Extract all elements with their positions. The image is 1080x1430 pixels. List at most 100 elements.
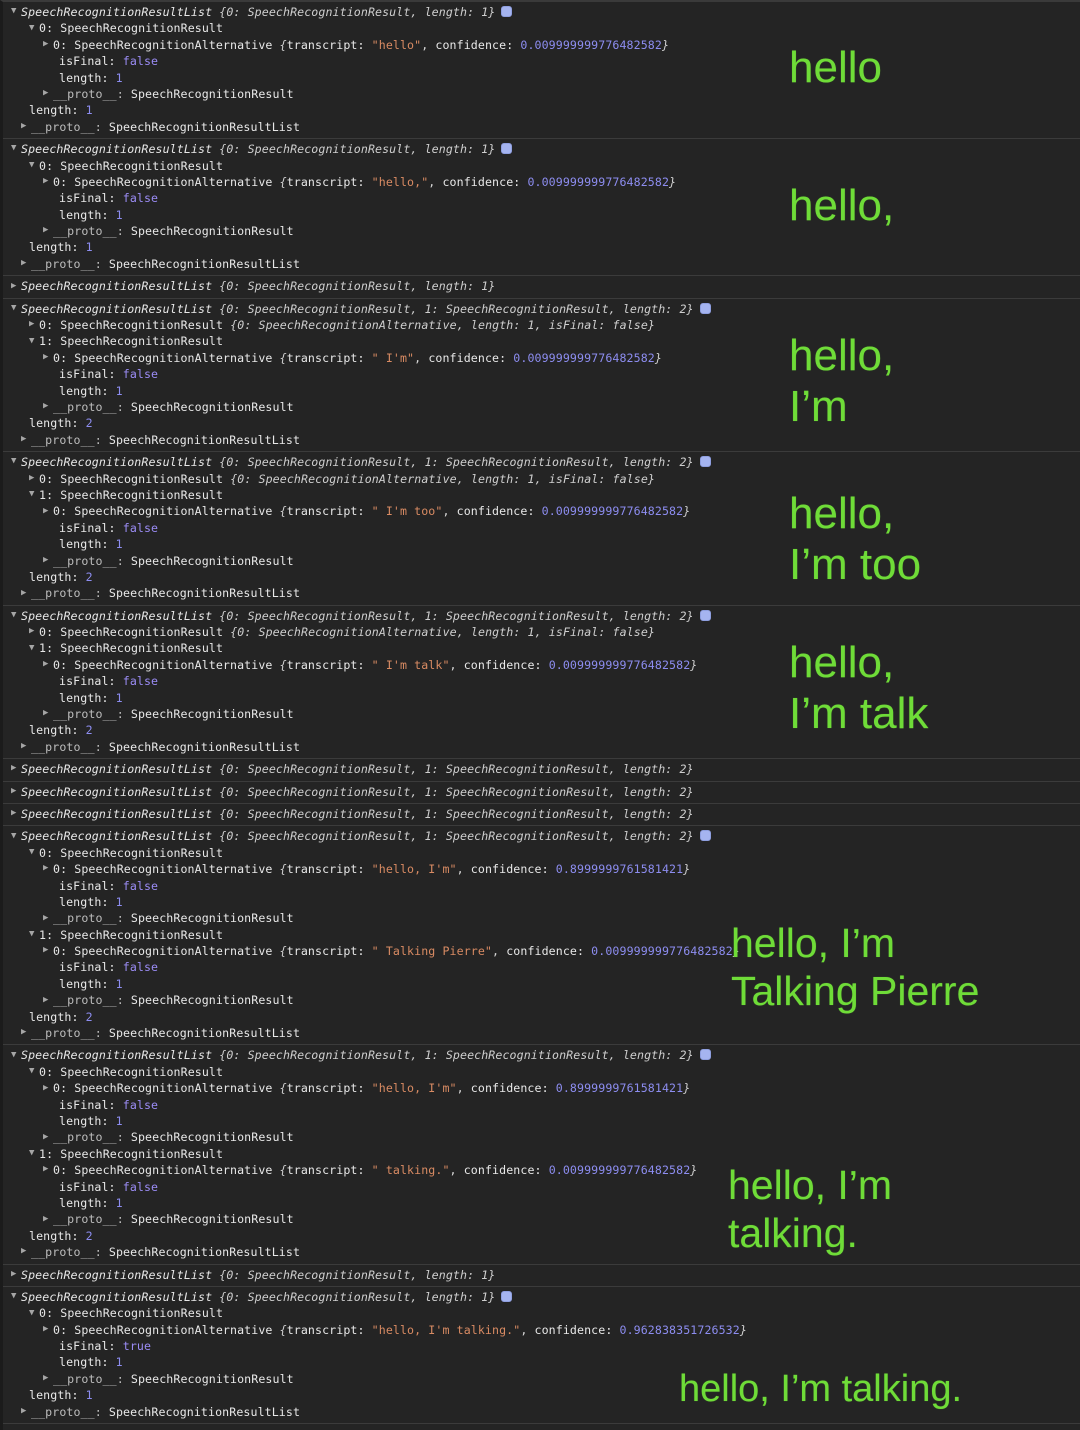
- chevron-right-icon[interactable]: [21, 1243, 31, 1259]
- chevron-right-icon[interactable]: [11, 760, 21, 776]
- chevron-right-icon[interactable]: [11, 1266, 21, 1282]
- result-row-collapsed[interactable]: 0: SpeechRecognitionResult {0: SpeechRec…: [3, 471, 1080, 487]
- chevron-right-icon[interactable]: [43, 1370, 53, 1386]
- list-proto-row[interactable]: __proto__: SpeechRecognitionResultList: [3, 585, 1080, 601]
- chevron-down-icon[interactable]: [29, 157, 39, 173]
- chevron-right-icon[interactable]: [43, 992, 53, 1008]
- console-message-header[interactable]: SpeechRecognitionResultList {0: SpeechRe…: [3, 784, 1080, 800]
- list-proto-row[interactable]: __proto__: SpeechRecognitionResultList: [3, 739, 1080, 755]
- result-row-expanded[interactable]: 1: SpeechRecognitionResult: [3, 640, 1080, 656]
- console-message-header[interactable]: SpeechRecognitionResultList {0: SpeechRe…: [3, 806, 1080, 822]
- result-row-expanded[interactable]: 1: SpeechRecognitionResult: [3, 927, 1080, 943]
- list-proto-row[interactable]: __proto__: SpeechRecognitionResultList: [3, 256, 1080, 272]
- chevron-down-icon[interactable]: [11, 828, 21, 844]
- chevron-right-icon[interactable]: [21, 431, 31, 447]
- chevron-right-icon[interactable]: [29, 470, 39, 486]
- result-proto-row[interactable]: __proto__: SpeechRecognitionResult: [3, 992, 1080, 1008]
- console-message-header[interactable]: SpeechRecognitionResultList {0: SpeechRe…: [3, 1047, 1080, 1063]
- list-proto-row[interactable]: __proto__: SpeechRecognitionResultList: [3, 1244, 1080, 1260]
- chevron-down-icon[interactable]: [29, 640, 39, 656]
- alternative-row[interactable]: 0: SpeechRecognitionAlternative {transcr…: [3, 861, 1080, 877]
- console-message-header[interactable]: SpeechRecognitionResultList {0: SpeechRe…: [3, 454, 1080, 470]
- result-row-collapsed[interactable]: 0: SpeechRecognitionResult {0: SpeechRec…: [3, 624, 1080, 640]
- result-proto-row[interactable]: __proto__: SpeechRecognitionResult: [3, 223, 1080, 239]
- chevron-right-icon[interactable]: [43, 860, 53, 876]
- alternative-row[interactable]: 0: SpeechRecognitionAlternative {transcr…: [3, 1162, 1080, 1178]
- chevron-down-icon[interactable]: [11, 1047, 21, 1063]
- chevron-down-icon[interactable]: [11, 607, 21, 623]
- result-proto-row[interactable]: __proto__: SpeechRecognitionResult: [3, 706, 1080, 722]
- info-badge-icon[interactable]: [699, 302, 711, 314]
- chevron-down-icon[interactable]: [11, 3, 21, 19]
- result-row-expanded[interactable]: 0: SpeechRecognitionResult: [3, 1064, 1080, 1080]
- chevron-right-icon[interactable]: [43, 1161, 53, 1177]
- list-proto-row[interactable]: __proto__: SpeechRecognitionResultList: [3, 432, 1080, 448]
- devtools-console-panel[interactable]: SpeechRecognitionResultList {0: SpeechRe…: [0, 0, 1080, 1430]
- console-message-header[interactable]: SpeechRecognitionResultList {0: SpeechRe…: [3, 761, 1080, 777]
- chevron-right-icon[interactable]: [21, 1403, 31, 1419]
- chevron-right-icon[interactable]: [21, 255, 31, 271]
- info-badge-icon[interactable]: [699, 609, 711, 621]
- chevron-right-icon[interactable]: [43, 1080, 53, 1096]
- chevron-down-icon[interactable]: [29, 1063, 39, 1079]
- list-proto-row[interactable]: __proto__: SpeechRecognitionResultList: [3, 1404, 1080, 1420]
- console-message-header[interactable]: SpeechRecognitionResultList {0: SpeechRe…: [3, 1267, 1080, 1283]
- chevron-down-icon[interactable]: [11, 140, 21, 156]
- chevron-right-icon[interactable]: [43, 503, 53, 519]
- chevron-down-icon[interactable]: [11, 300, 21, 316]
- result-row-expanded[interactable]: 0: SpeechRecognitionResult: [3, 1305, 1080, 1321]
- alternative-row[interactable]: 0: SpeechRecognitionAlternative {transcr…: [3, 37, 1080, 53]
- alternative-row[interactable]: 0: SpeechRecognitionAlternative {transcr…: [3, 350, 1080, 366]
- list-proto-row[interactable]: __proto__: SpeechRecognitionResultList: [3, 119, 1080, 135]
- chevron-down-icon[interactable]: [29, 1145, 39, 1161]
- chevron-down-icon[interactable]: [29, 20, 39, 36]
- console-message-header[interactable]: SpeechRecognitionResultList {0: SpeechRe…: [3, 828, 1080, 844]
- chevron-down-icon[interactable]: [29, 486, 39, 502]
- chevron-down-icon[interactable]: [29, 926, 39, 942]
- result-row-expanded[interactable]: 0: SpeechRecognitionResult: [3, 845, 1080, 861]
- chevron-right-icon[interactable]: [29, 316, 39, 332]
- result-proto-row[interactable]: __proto__: SpeechRecognitionResult: [3, 1129, 1080, 1145]
- chevron-down-icon[interactable]: [11, 453, 21, 469]
- result-proto-row[interactable]: __proto__: SpeechRecognitionResult: [3, 1371, 1080, 1387]
- chevron-right-icon[interactable]: [11, 805, 21, 821]
- info-badge-icon[interactable]: [501, 6, 513, 17]
- chevron-right-icon[interactable]: [43, 1129, 53, 1145]
- console-message-header[interactable]: SpeechRecognitionResultList {0: SpeechRe…: [3, 4, 1080, 20]
- list-proto-row[interactable]: __proto__: SpeechRecognitionResultList: [3, 1025, 1080, 1041]
- result-proto-row[interactable]: __proto__: SpeechRecognitionResult: [3, 553, 1080, 569]
- info-badge-icon[interactable]: [501, 143, 513, 155]
- result-row-expanded[interactable]: 0: SpeechRecognitionResult: [3, 158, 1080, 174]
- chevron-right-icon[interactable]: [43, 173, 53, 189]
- console-message-header[interactable]: SpeechRecognitionResultList {0: SpeechRe…: [3, 141, 1080, 157]
- chevron-right-icon[interactable]: [43, 910, 53, 926]
- chevron-right-icon[interactable]: [43, 349, 53, 365]
- chevron-right-icon[interactable]: [11, 278, 21, 294]
- console-message-header[interactable]: SpeechRecognitionResultList {0: SpeechRe…: [3, 278, 1080, 294]
- chevron-right-icon[interactable]: [21, 738, 31, 754]
- alternative-row[interactable]: 0: SpeechRecognitionAlternative {transcr…: [3, 174, 1080, 190]
- chevron-right-icon[interactable]: [43, 705, 53, 721]
- chevron-down-icon[interactable]: [29, 333, 39, 349]
- result-row-collapsed[interactable]: 0: SpeechRecognitionResult {0: SpeechRec…: [3, 317, 1080, 333]
- result-row-expanded[interactable]: 1: SpeechRecognitionResult: [3, 1146, 1080, 1162]
- info-badge-icon[interactable]: [699, 1049, 711, 1061]
- chevron-right-icon[interactable]: [43, 222, 53, 238]
- chevron-right-icon[interactable]: [43, 398, 53, 414]
- alternative-row[interactable]: 0: SpeechRecognitionAlternative {transcr…: [3, 1322, 1080, 1338]
- info-badge-icon[interactable]: [699, 830, 711, 842]
- console-message-header[interactable]: SpeechRecognitionResultList {0: SpeechRe…: [3, 1289, 1080, 1305]
- console-message-header[interactable]: SpeechRecognitionResultList {0: SpeechRe…: [3, 608, 1080, 624]
- chevron-right-icon[interactable]: [43, 1211, 53, 1227]
- chevron-right-icon[interactable]: [43, 85, 53, 101]
- result-proto-row[interactable]: __proto__: SpeechRecognitionResult: [3, 399, 1080, 415]
- result-proto-row[interactable]: __proto__: SpeechRecognitionResult: [3, 86, 1080, 102]
- chevron-right-icon[interactable]: [21, 118, 31, 134]
- info-badge-icon[interactable]: [699, 456, 711, 468]
- chevron-down-icon[interactable]: [29, 1305, 39, 1321]
- result-proto-row[interactable]: __proto__: SpeechRecognitionResult: [3, 1211, 1080, 1227]
- alternative-row[interactable]: 0: SpeechRecognitionAlternative {transcr…: [3, 1080, 1080, 1096]
- result-row-expanded[interactable]: 1: SpeechRecognitionResult: [3, 333, 1080, 349]
- alternative-row[interactable]: 0: SpeechRecognitionAlternative {transcr…: [3, 943, 1080, 959]
- alternative-row[interactable]: 0: SpeechRecognitionAlternative {transcr…: [3, 657, 1080, 673]
